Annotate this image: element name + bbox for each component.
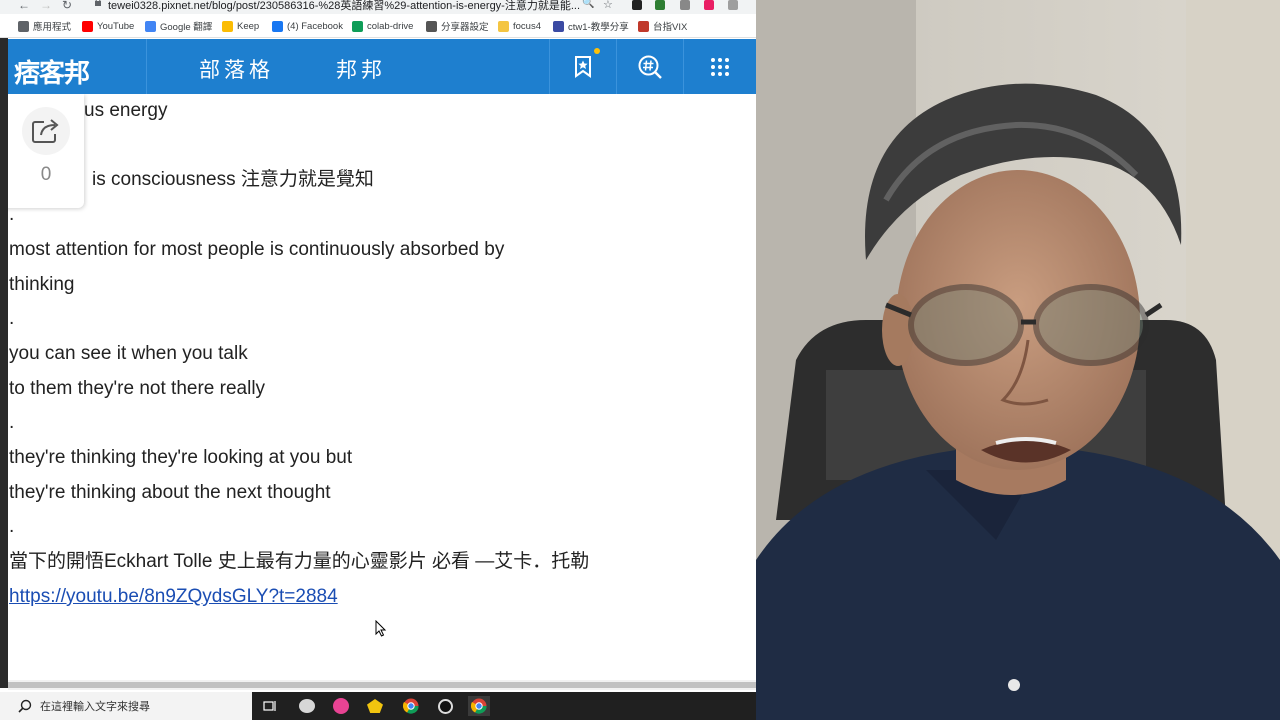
desktop-edge <box>0 38 8 688</box>
bookmark-label: ctw1-教學分享 <box>568 22 629 33</box>
chrome-icon[interactable] <box>468 696 490 716</box>
notification-dot <box>594 48 600 54</box>
bookmark-item[interactable]: Google 翻譯 <box>145 19 212 33</box>
article-line: 當下的開悟Eckhart Tolle 史上最有力量的心靈影片 必看 —艾卡．托勒 <box>9 551 590 572</box>
nav-blog[interactable]: 部落格 <box>199 54 274 84</box>
bookmark-item[interactable]: colab-drive <box>352 19 413 33</box>
article-line: . <box>9 516 15 537</box>
article-line: they're thinking about the next thought <box>9 482 331 503</box>
share-icon <box>32 119 59 143</box>
horizontal-scrollbar[interactable] <box>8 680 756 690</box>
facebook-icon <box>272 20 283 32</box>
article-line: you can see it when you talk <box>9 343 248 364</box>
back-icon[interactable]: ← <box>18 0 30 12</box>
extension-icon[interactable] <box>704 0 714 10</box>
article-body: us energy is consciousness 注意力就是覺知 . mos… <box>0 94 756 680</box>
presenter-image <box>756 0 1280 720</box>
bookmark-star-icon <box>575 55 591 78</box>
bookmark-button[interactable] <box>550 39 616 94</box>
article-line: to them they're not there really <box>9 378 266 399</box>
bookmark-label: Google 翻譯 <box>160 22 213 33</box>
reload-icon[interactable]: ↻ <box>62 0 72 12</box>
apps-grid-icon <box>18 20 29 32</box>
header-divider <box>146 39 147 94</box>
bookmark-item[interactable]: 台指VIX <box>638 19 687 33</box>
forward-icon[interactable]: → <box>40 0 52 12</box>
bookmark-site-icon <box>553 20 564 32</box>
task-view-icon[interactable] <box>259 696 281 716</box>
extension-icon[interactable] <box>655 0 665 10</box>
bookmark-label: focus4 <box>513 20 541 32</box>
article-line: is consciousness 注意力就是覺知 <box>92 169 374 190</box>
extension-icon[interactable] <box>632 0 642 10</box>
taskbar-search[interactable]: 在這裡輸入文字來搜尋 <box>0 692 252 720</box>
bookmark-label: (4) Facebook <box>287 20 343 32</box>
screen: ← → ↻ tewei0328.pixnet.net/blog/post/230… <box>0 0 1280 720</box>
browser-window: ← → ↻ tewei0328.pixnet.net/blog/post/230… <box>0 0 756 692</box>
taskbar-app-icon[interactable] <box>434 696 456 716</box>
share-panel: 0 <box>0 94 84 208</box>
folder-icon <box>498 20 509 32</box>
bookmark-label: 台指VIX <box>653 22 688 33</box>
scrollbar-thumb[interactable] <box>8 682 756 688</box>
google-translate-icon <box>145 20 156 32</box>
taskbar: 在這裡輸入文字來搜尋 <box>0 692 756 720</box>
chrome-icon[interactable] <box>400 696 422 716</box>
url-text[interactable]: tewei0328.pixnet.net/blog/post/230586316… <box>108 0 580 13</box>
bookmark-item[interactable]: ctw1-教學分享 <box>553 19 629 33</box>
star-icon[interactable]: ☆ <box>603 0 613 11</box>
bookmark-item[interactable]: (4) Facebook <box>272 19 343 33</box>
webcam-video <box>756 0 1280 720</box>
extension-icon[interactable] <box>728 0 738 10</box>
search-placeholder: 在這裡輸入文字來搜尋 <box>40 701 150 713</box>
article-line: us energy <box>84 100 168 121</box>
bookmark-label: colab-drive <box>367 20 414 32</box>
taskbar-app-icon[interactable] <box>364 696 386 716</box>
bookmark-item[interactable]: Keep <box>222 19 259 33</box>
site-header: 痞客邦 部落格 邦邦 <box>0 39 756 94</box>
address-bar[interactable]: ← → ↻ tewei0328.pixnet.net/blog/post/230… <box>0 0 756 14</box>
pixnet-logo[interactable]: 痞客邦 <box>10 49 106 89</box>
zoom-icon[interactable]: 🔍 <box>582 0 594 9</box>
apps-grid-icon <box>711 57 729 76</box>
nav-bangbang[interactable]: 邦邦 <box>336 54 386 84</box>
article-line: most attention for most people is contin… <box>9 239 505 260</box>
hashtag-search-icon <box>638 55 662 79</box>
search-icon <box>18 699 32 713</box>
logo-text: 痞客邦 <box>14 59 90 89</box>
article-line: . <box>9 412 15 433</box>
lock-icon <box>95 0 101 6</box>
share-count: 0 <box>40 164 52 185</box>
article-line: they're thinking they're looking at you … <box>9 447 353 468</box>
youtube-icon <box>82 20 93 32</box>
header-divider <box>683 39 684 94</box>
share-button[interactable] <box>22 107 70 155</box>
search-hashtag-button[interactable] <box>617 39 683 94</box>
keep-icon <box>222 20 233 32</box>
w-site-icon <box>638 20 649 32</box>
extension-icon[interactable] <box>680 0 690 10</box>
router-icon <box>426 20 437 32</box>
bookmark-label: 應用程式 <box>33 22 72 33</box>
apps-menu-button[interactable] <box>687 39 753 94</box>
bookmark-label: Keep <box>237 20 260 32</box>
bookmark-item[interactable]: 分享器設定 <box>426 19 489 33</box>
bookmark-item[interactable]: focus4 <box>498 19 541 33</box>
bookmark-item[interactable]: 應用程式 <box>18 19 71 33</box>
taskbar-app-icon[interactable] <box>330 696 352 716</box>
bookmark-label: 分享器設定 <box>441 22 489 33</box>
article-line: thinking <box>9 274 75 295</box>
article-line: . <box>9 308 15 329</box>
youtube-link[interactable]: https://youtu.be/8n9ZQydsGLY?t=2884 <box>9 585 338 609</box>
bookmarks-bar: 應用程式 YouTube Google 翻譯 Keep (4) Facebook cola… <box>0 14 756 38</box>
bookmark-label: YouTube <box>97 20 135 32</box>
taskbar-app-icon[interactable] <box>296 696 318 716</box>
bookmark-item[interactable]: YouTube <box>82 19 134 33</box>
mouse-cursor-icon <box>375 620 387 637</box>
drive-icon <box>352 20 363 32</box>
